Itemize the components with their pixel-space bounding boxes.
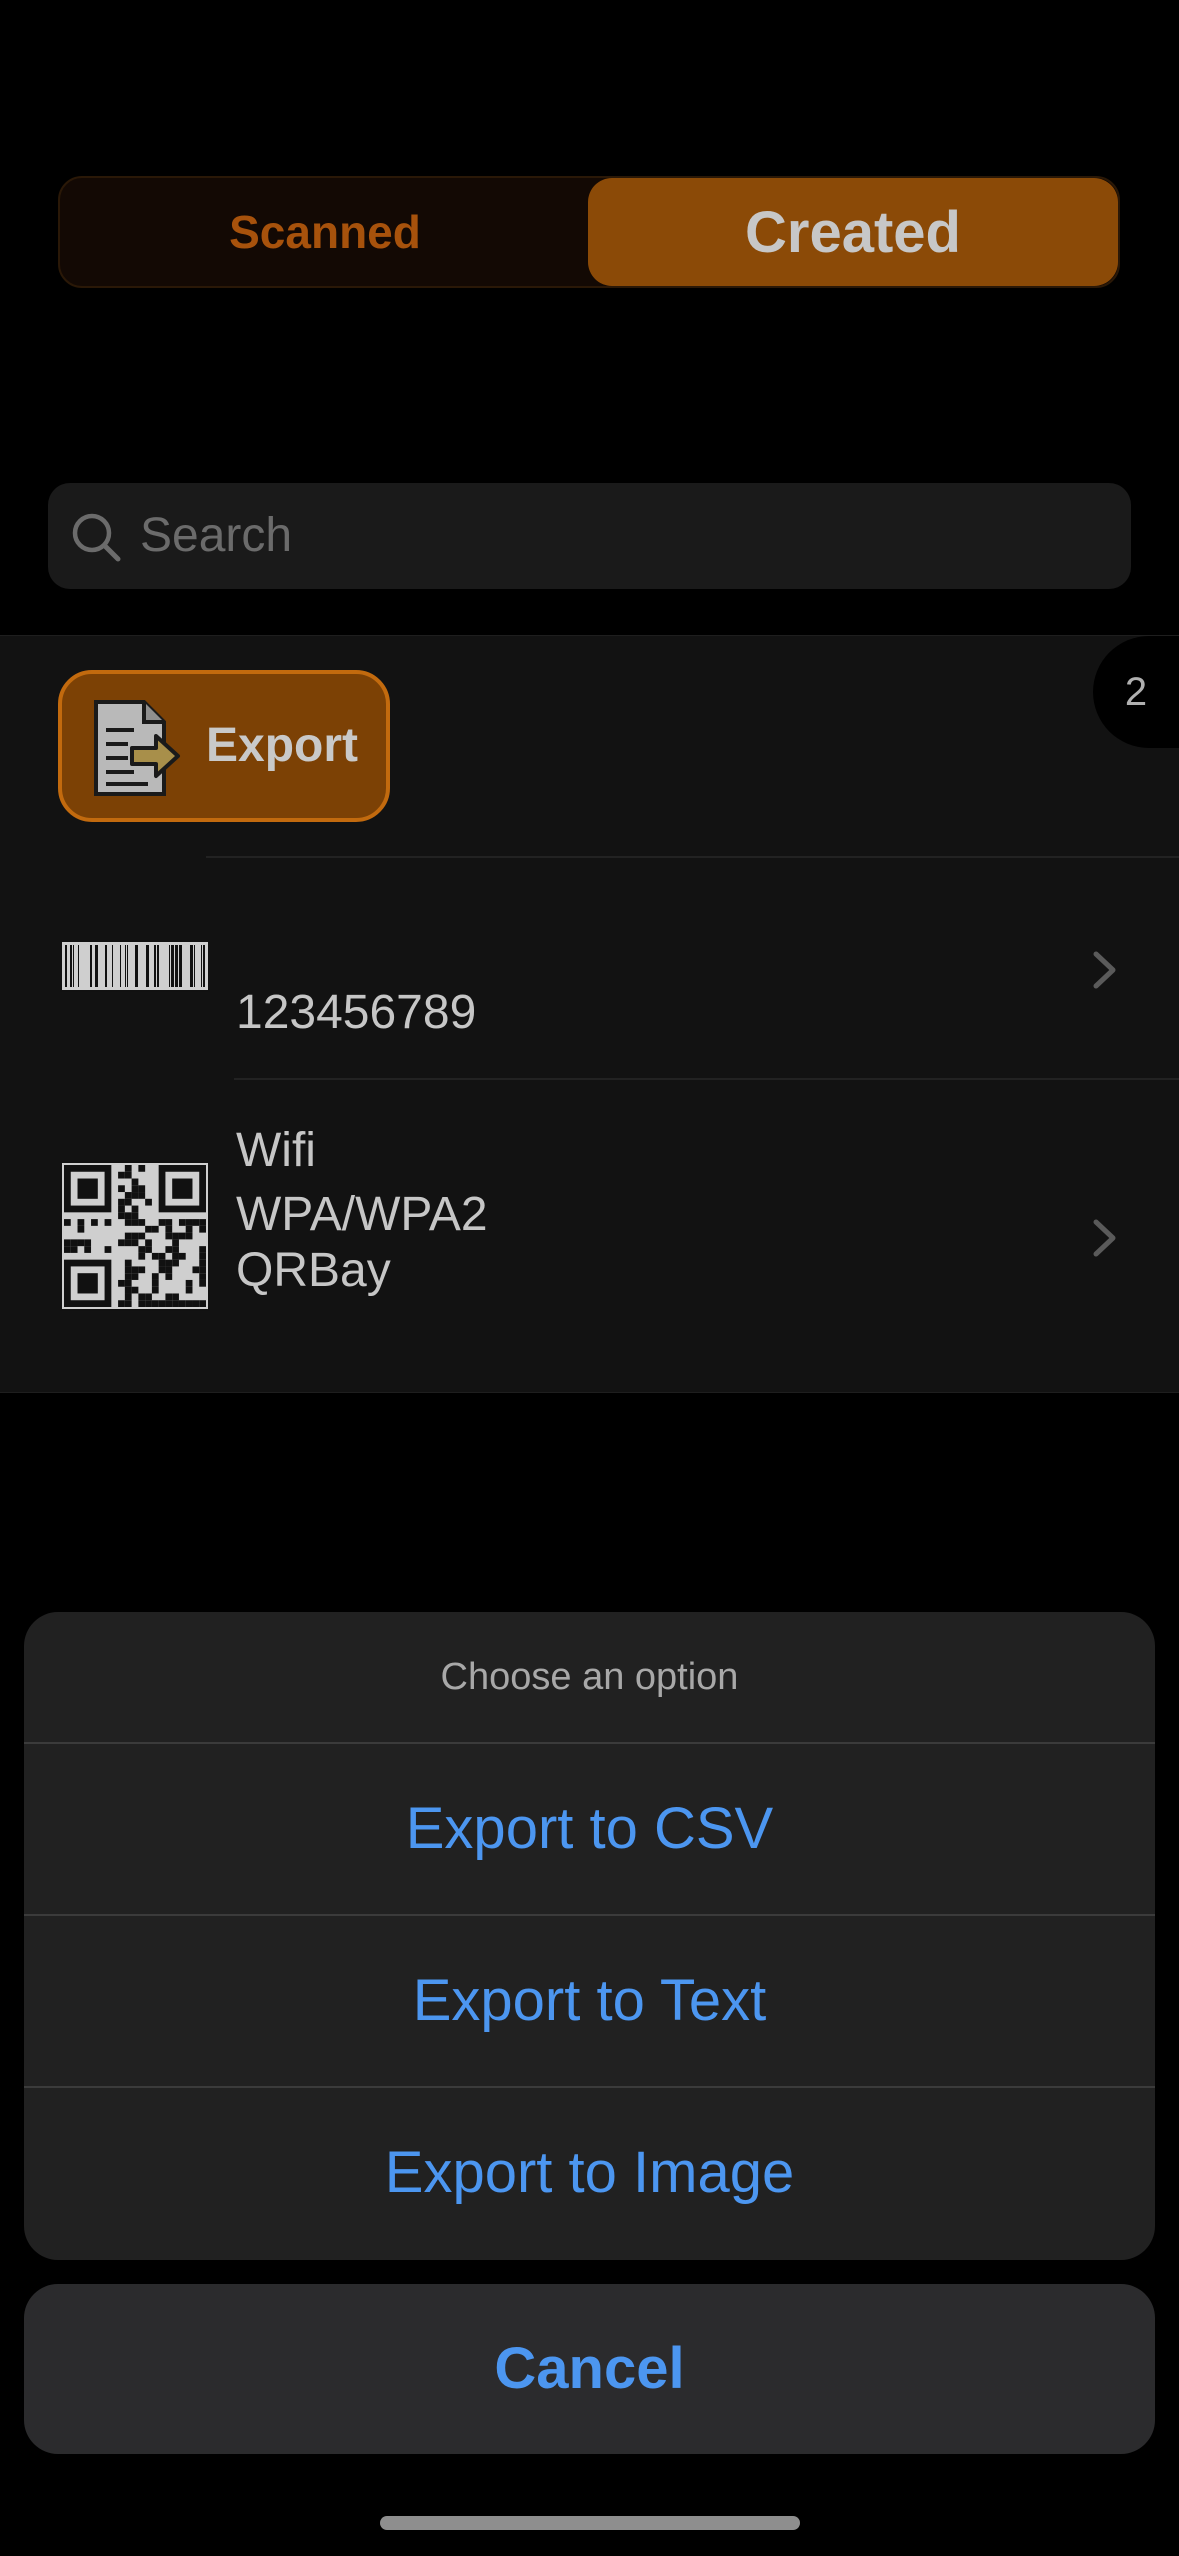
barcode-icon	[60, 940, 210, 992]
action-sheet-title: Choose an option	[440, 1656, 739, 1698]
search-bar[interactable]: Search	[48, 483, 1131, 589]
search-icon	[72, 513, 121, 562]
qr-code-icon	[60, 1161, 210, 1311]
home-indicator[interactable]	[380, 2516, 800, 2530]
export-to-image-option[interactable]: Export to Image	[24, 2088, 1155, 2258]
chevron-right-icon	[1093, 1219, 1116, 1257]
search-placeholder: Search	[140, 509, 293, 562]
list-item-barcode[interactable]: 123456789	[0, 858, 1179, 1078]
history-list: Export 2 123456789 Wifi WPA/WPA2 QRBay	[0, 635, 1179, 1393]
segment-scanned[interactable]: Scanned	[60, 178, 590, 286]
export-button[interactable]: Export	[58, 670, 390, 822]
item-count-badge: 2	[1093, 636, 1179, 748]
list-item-title: Wifi	[236, 1124, 316, 1177]
list-item-title: 123456789	[236, 986, 477, 1039]
list-item-subtitle: WPA/WPA2	[236, 1188, 488, 1241]
export-to-text-option[interactable]: Export to Text	[24, 1916, 1155, 2086]
list-item-detail: QRBay	[236, 1244, 391, 1297]
history-segmented-control: Scanned Created	[58, 176, 1120, 288]
export-to-csv-option[interactable]: Export to CSV	[24, 1744, 1155, 1914]
cancel-button[interactable]: Cancel	[24, 2284, 1155, 2454]
export-button-label: Export	[206, 719, 359, 772]
segment-created[interactable]: Created	[588, 178, 1118, 286]
export-action-sheet: Choose an option Export to CSV Export to…	[24, 1612, 1155, 2260]
export-document-icon	[94, 700, 180, 796]
chevron-right-icon	[1093, 951, 1116, 989]
list-item-qr[interactable]: Wifi WPA/WPA2 QRBay	[0, 1080, 1179, 1392]
